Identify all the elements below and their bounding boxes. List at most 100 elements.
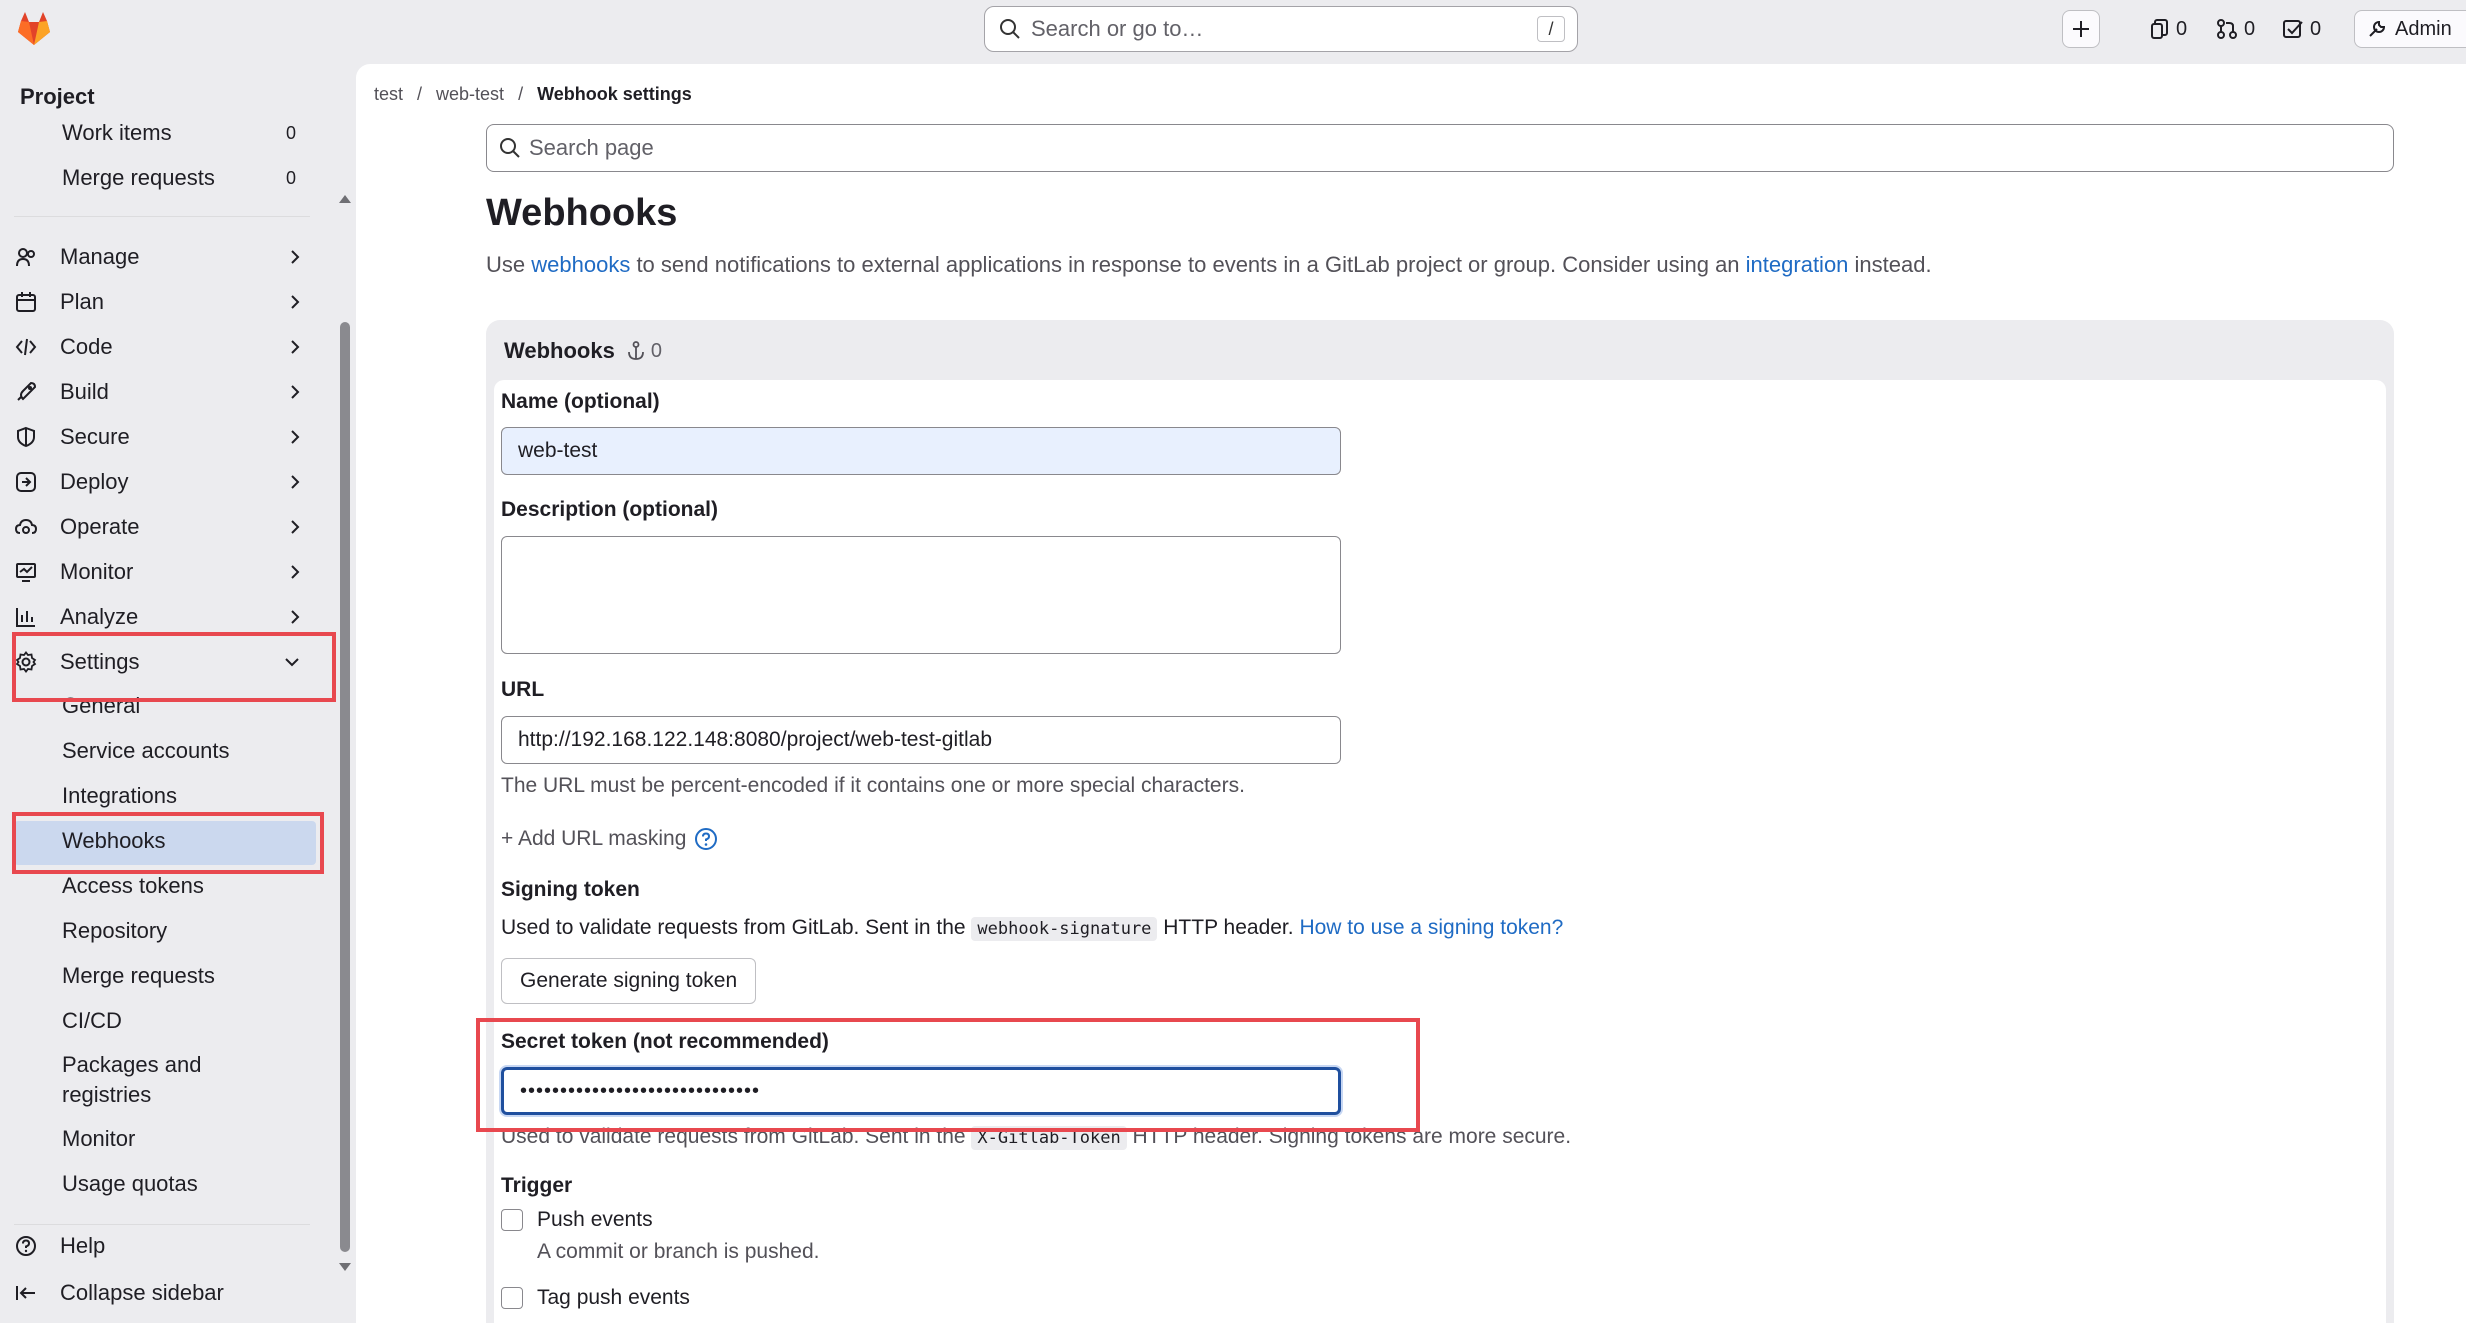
sidebar-subitem-packages-line2[interactable]: registries <box>62 1082 151 1108</box>
global-search-input[interactable]: Search or go to… / <box>984 6 1578 52</box>
sidebar-subitem-service-accounts[interactable]: Service accounts <box>62 738 230 764</box>
sidebar-item-code[interactable]: Code <box>14 327 314 367</box>
scroll-down-arrow-icon[interactable] <box>338 1262 352 1272</box>
breadcrumb-item-test[interactable]: test <box>374 84 403 105</box>
url-field-label: URL <box>501 678 545 701</box>
search-shortcut-key: / <box>1537 16 1565 42</box>
sidebar-item-analyze[interactable]: Analyze <box>14 597 314 637</box>
sidebar-item-deploy[interactable]: Deploy <box>14 462 314 502</box>
push-events-checkbox-row[interactable]: Push events <box>501 1208 653 1232</box>
webhooks-count: 0 <box>650 339 662 362</box>
breadcrumb-item-web-test[interactable]: web-test <box>436 84 504 105</box>
sidebar-divider <box>14 1224 310 1225</box>
search-page-placeholder: Search page <box>529 135 654 160</box>
merge-requests-count: 0 <box>286 168 297 188</box>
calendar-icon <box>14 290 38 314</box>
sidebar-subitem-cicd[interactable]: CI/CD <box>62 1008 122 1034</box>
signing-token-docs-link[interactable]: How to use a signing token? <box>1299 916 1563 939</box>
search-icon <box>1000 19 1020 39</box>
help-label: Help <box>60 1233 106 1258</box>
url-help-text: The URL must be percent-encoded if it co… <box>501 774 1245 797</box>
sidebar-item-label: Monitor <box>60 559 134 584</box>
sidebar-scroll-thumb[interactable] <box>340 322 350 1252</box>
url-field[interactable]: http://192.168.122.148:8080/project/web-… <box>501 716 1341 764</box>
top-bar: Search or go to… / 0 0 0 Admin <box>0 0 2466 64</box>
collapse-sidebar-button[interactable]: Collapse sidebar <box>14 1273 314 1313</box>
push-events-label: Push events <box>537 1208 653 1231</box>
todo-icon <box>2283 20 2303 38</box>
gitlab-logo-icon[interactable] <box>14 8 54 48</box>
card-title: Webhooks <box>504 338 615 363</box>
sidebar-project-header: Project <box>20 84 95 109</box>
trigger-label: Trigger <box>501 1174 573 1197</box>
name-field-label: Name (optional) <box>501 390 660 413</box>
breadcrumb-separator: / <box>417 84 423 104</box>
sidebar-subitem-usage-quotas[interactable]: Usage quotas <box>62 1171 198 1197</box>
sidebar-subitem-merge-requests[interactable]: Merge requests <box>62 963 215 989</box>
search-page-input[interactable]: Search page <box>486 124 2394 172</box>
sidebar-item-operate[interactable]: Operate <box>14 507 314 547</box>
sidebar-subitem-access-tokens[interactable]: Access tokens <box>62 873 204 899</box>
admin-label: Admin <box>2395 17 2452 40</box>
plus-icon <box>2073 21 2089 37</box>
sidebar-subitem-repository[interactable]: Repository <box>62 918 167 944</box>
cloud-gear-icon <box>14 515 38 539</box>
sidebar-item-work-items[interactable]: Work items <box>62 120 172 146</box>
create-new-button[interactable] <box>2062 10 2100 48</box>
sidebar-item-build[interactable]: Build <box>14 372 314 412</box>
question-circle-icon[interactable] <box>694 827 718 851</box>
settings-highlight-box <box>12 632 336 702</box>
webhooks-docs-link[interactable]: webhooks <box>531 252 630 277</box>
push-events-checkbox[interactable] <box>501 1209 523 1231</box>
name-field[interactable]: web-test <box>501 427 1341 475</box>
sidebar-item-label: Deploy <box>60 469 129 494</box>
main-content: test / web-test / Webhook settings Searc… <box>356 64 2466 1323</box>
merge-requests-counter[interactable]: 0 <box>2216 10 2255 48</box>
sidebar-item-label: Manage <box>60 244 140 269</box>
sidebar-subitem-monitor[interactable]: Monitor <box>62 1126 135 1152</box>
scroll-up-arrow-icon[interactable] <box>338 194 352 204</box>
collapse-sidebar-label: Collapse sidebar <box>60 1280 224 1305</box>
push-events-help: A commit or branch is pushed. <box>537 1240 820 1263</box>
sidebar-item-manage[interactable]: Manage <box>14 237 314 277</box>
help-text: Used to validate requests from GitLab. S… <box>501 916 972 939</box>
chevron-right-icon <box>291 565 300 579</box>
collapse-left-icon <box>14 1281 38 1305</box>
webhooks-highlight-box <box>12 812 324 874</box>
todo-count: 0 <box>2310 17 2322 40</box>
users-icon <box>14 245 38 269</box>
sidebar-item-label: Plan <box>60 289 105 314</box>
sidebar-item-plan[interactable]: Plan <box>14 282 314 322</box>
tag-push-events-checkbox-row[interactable]: Tag push events <box>501 1286 690 1310</box>
breadcrumb-item-current[interactable]: Webhook settings <box>537 84 692 105</box>
anchor-icon <box>627 341 644 360</box>
add-url-masking-link[interactable]: + Add URL masking <box>501 827 718 851</box>
page-title: Webhooks <box>486 192 678 234</box>
issues-counter[interactable]: 0 <box>2150 10 2187 48</box>
breadcrumb: test / web-test / Webhook settings <box>374 84 692 105</box>
sidebar-item-label: Code <box>60 334 113 359</box>
secret-token-highlight-box <box>476 1018 1420 1132</box>
chevron-right-icon <box>291 475 300 489</box>
webhook-form <box>494 380 2386 1323</box>
tag-push-events-checkbox[interactable] <box>501 1287 523 1309</box>
chevron-right-icon <box>291 610 300 624</box>
chevron-right-icon <box>291 295 300 309</box>
sidebar-subitem-packages[interactable]: Packages and <box>62 1052 201 1078</box>
sidebar-item-monitor[interactable]: Monitor <box>14 552 314 592</box>
integration-link[interactable]: integration <box>1746 252 1849 277</box>
signing-token-label: Signing token <box>501 878 640 901</box>
deploy-icon <box>14 470 38 494</box>
todos-counter[interactable]: 0 <box>2282 10 2321 48</box>
help-button[interactable]: Help <box>14 1226 314 1266</box>
page-description: Use webhooks to send notifications to ex… <box>486 252 1932 278</box>
tag-push-events-label: Tag push events <box>537 1286 690 1309</box>
description-field[interactable] <box>501 536 1341 654</box>
sidebar-subitem-integrations[interactable]: Integrations <box>62 783 177 809</box>
generate-signing-token-button[interactable]: Generate signing token <box>501 958 757 1004</box>
issues-icon <box>2151 19 2168 39</box>
admin-area-button[interactable]: Admin <box>2354 10 2466 48</box>
sidebar-item-merge-requests[interactable]: Merge requests <box>62 165 215 191</box>
signing-token-help: Used to validate requests from GitLab. S… <box>501 916 1563 941</box>
sidebar-item-secure[interactable]: Secure <box>14 417 314 457</box>
